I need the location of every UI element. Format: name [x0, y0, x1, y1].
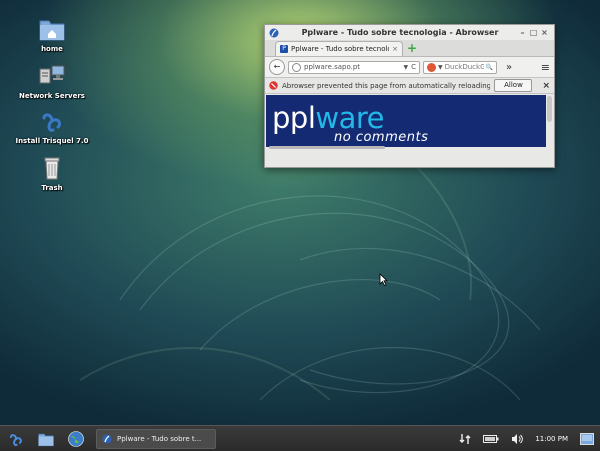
taskbar-window-label: Pplware - Tudo sobre t... [117, 434, 202, 443]
minimize-button[interactable]: – [517, 28, 528, 37]
tab-bar: P Pplware - Tudo sobre tecnolo × + [265, 40, 554, 57]
browser-launcher[interactable] [64, 428, 88, 450]
navigation-toolbar: ← pplware.sapo.pt ▼ C ▼ DuckDuckGo (SS 🔍… [265, 57, 554, 78]
window-titlebar[interactable]: Pplware - Tudo sobre tecnologia - Abrows… [265, 25, 554, 40]
desktop-icon-label: Install Trisquel 7.0 [15, 137, 89, 145]
desktop-icon-install-trisquel[interactable]: Install Trisquel 7.0 [12, 108, 92, 145]
show-desktop-icon[interactable] [580, 432, 594, 445]
abrowser-icon [269, 28, 279, 37]
desktop-icon-label: Trash [41, 184, 63, 192]
close-button[interactable]: × [539, 28, 550, 37]
back-button[interactable]: ← [269, 59, 285, 75]
search-engine-dropdown-icon[interactable]: ▼ [438, 64, 443, 71]
tab-label: Pplware - Tudo sobre tecnolo [291, 45, 390, 53]
system-tray: 11:00 PM [459, 432, 600, 445]
clock[interactable]: 11:00 PM [535, 435, 568, 443]
banner-tagline: no comments [334, 130, 429, 145]
desktop-icon-trash[interactable]: Trash [12, 155, 92, 192]
url-dropdown-icon[interactable]: ▼ [403, 64, 408, 71]
pplware-logo: pplware [272, 101, 384, 135]
taskbar-window-button[interactable]: Pplware - Tudo sobre t... [96, 428, 216, 449]
trisquel-menu-icon [9, 433, 22, 446]
notification-close-icon[interactable]: × [542, 81, 550, 91]
search-go-icon[interactable]: 🔍 [486, 64, 493, 71]
network-transfer-icon[interactable] [459, 433, 471, 445]
volume-icon[interactable] [511, 433, 524, 445]
file-manager-launcher[interactable] [34, 428, 58, 450]
allow-button[interactable]: Allow [494, 79, 533, 92]
favicon-pplware-icon: P [280, 45, 288, 53]
window-title: Pplware - Tudo sobre tecnologia - Abrows… [301, 28, 499, 37]
reload-button[interactable]: C [411, 63, 416, 71]
network-servers-icon [39, 65, 65, 84]
desktop-icon-network-servers[interactable]: Network Servers [12, 63, 92, 100]
taskbar: Pplware - Tudo sobre t... 11:00 PM [0, 425, 600, 451]
new-tab-button[interactable]: + [406, 42, 418, 54]
tab-close-icon[interactable]: × [392, 45, 398, 53]
desktop-icon-label: Network Servers [19, 92, 85, 100]
blocked-warning-icon [269, 81, 278, 90]
notification-message: Abrowser prevented this page from automa… [282, 81, 491, 90]
overflow-chevron-icon[interactable]: » [506, 62, 512, 73]
pplware-banner[interactable]: pplware no comments [266, 95, 546, 147]
url-bar[interactable]: pplware.sapo.pt ▼ C [288, 60, 420, 74]
abrowser-icon [102, 434, 112, 443]
mouse-cursor-icon [379, 273, 388, 286]
url-text: pplware.sapo.pt [304, 63, 361, 71]
notification-bar: Abrowser prevented this page from automa… [265, 78, 554, 94]
identity-globe-icon [292, 62, 301, 72]
search-bar[interactable]: ▼ DuckDuckGo (SS 🔍 [423, 60, 497, 74]
start-menu-button[interactable] [4, 428, 28, 450]
search-input[interactable]: DuckDuckGo (SS [445, 63, 484, 71]
maximize-button[interactable]: □ [528, 28, 539, 37]
horizontal-scrollbar[interactable] [269, 146, 385, 149]
trash-icon [44, 157, 60, 180]
menu-icon[interactable]: ≡ [541, 61, 550, 74]
web-browser-icon [68, 430, 84, 447]
folder-home-icon [38, 433, 54, 446]
battery-icon[interactable] [483, 434, 499, 444]
tab-pplware[interactable]: P Pplware - Tudo sobre tecnolo × [275, 41, 403, 56]
browser-window[interactable]: Pplware - Tudo sobre tecnologia - Abrows… [264, 24, 555, 168]
desktop-icon-home[interactable]: home [12, 16, 92, 53]
trisquel-installer-icon [42, 113, 62, 132]
desktop-icon-label: home [41, 45, 63, 53]
folder-home-icon [39, 20, 65, 41]
vertical-scrollbar[interactable] [547, 96, 552, 122]
duckduckgo-icon [427, 62, 436, 72]
page-content[interactable]: pplware no comments [265, 94, 554, 150]
